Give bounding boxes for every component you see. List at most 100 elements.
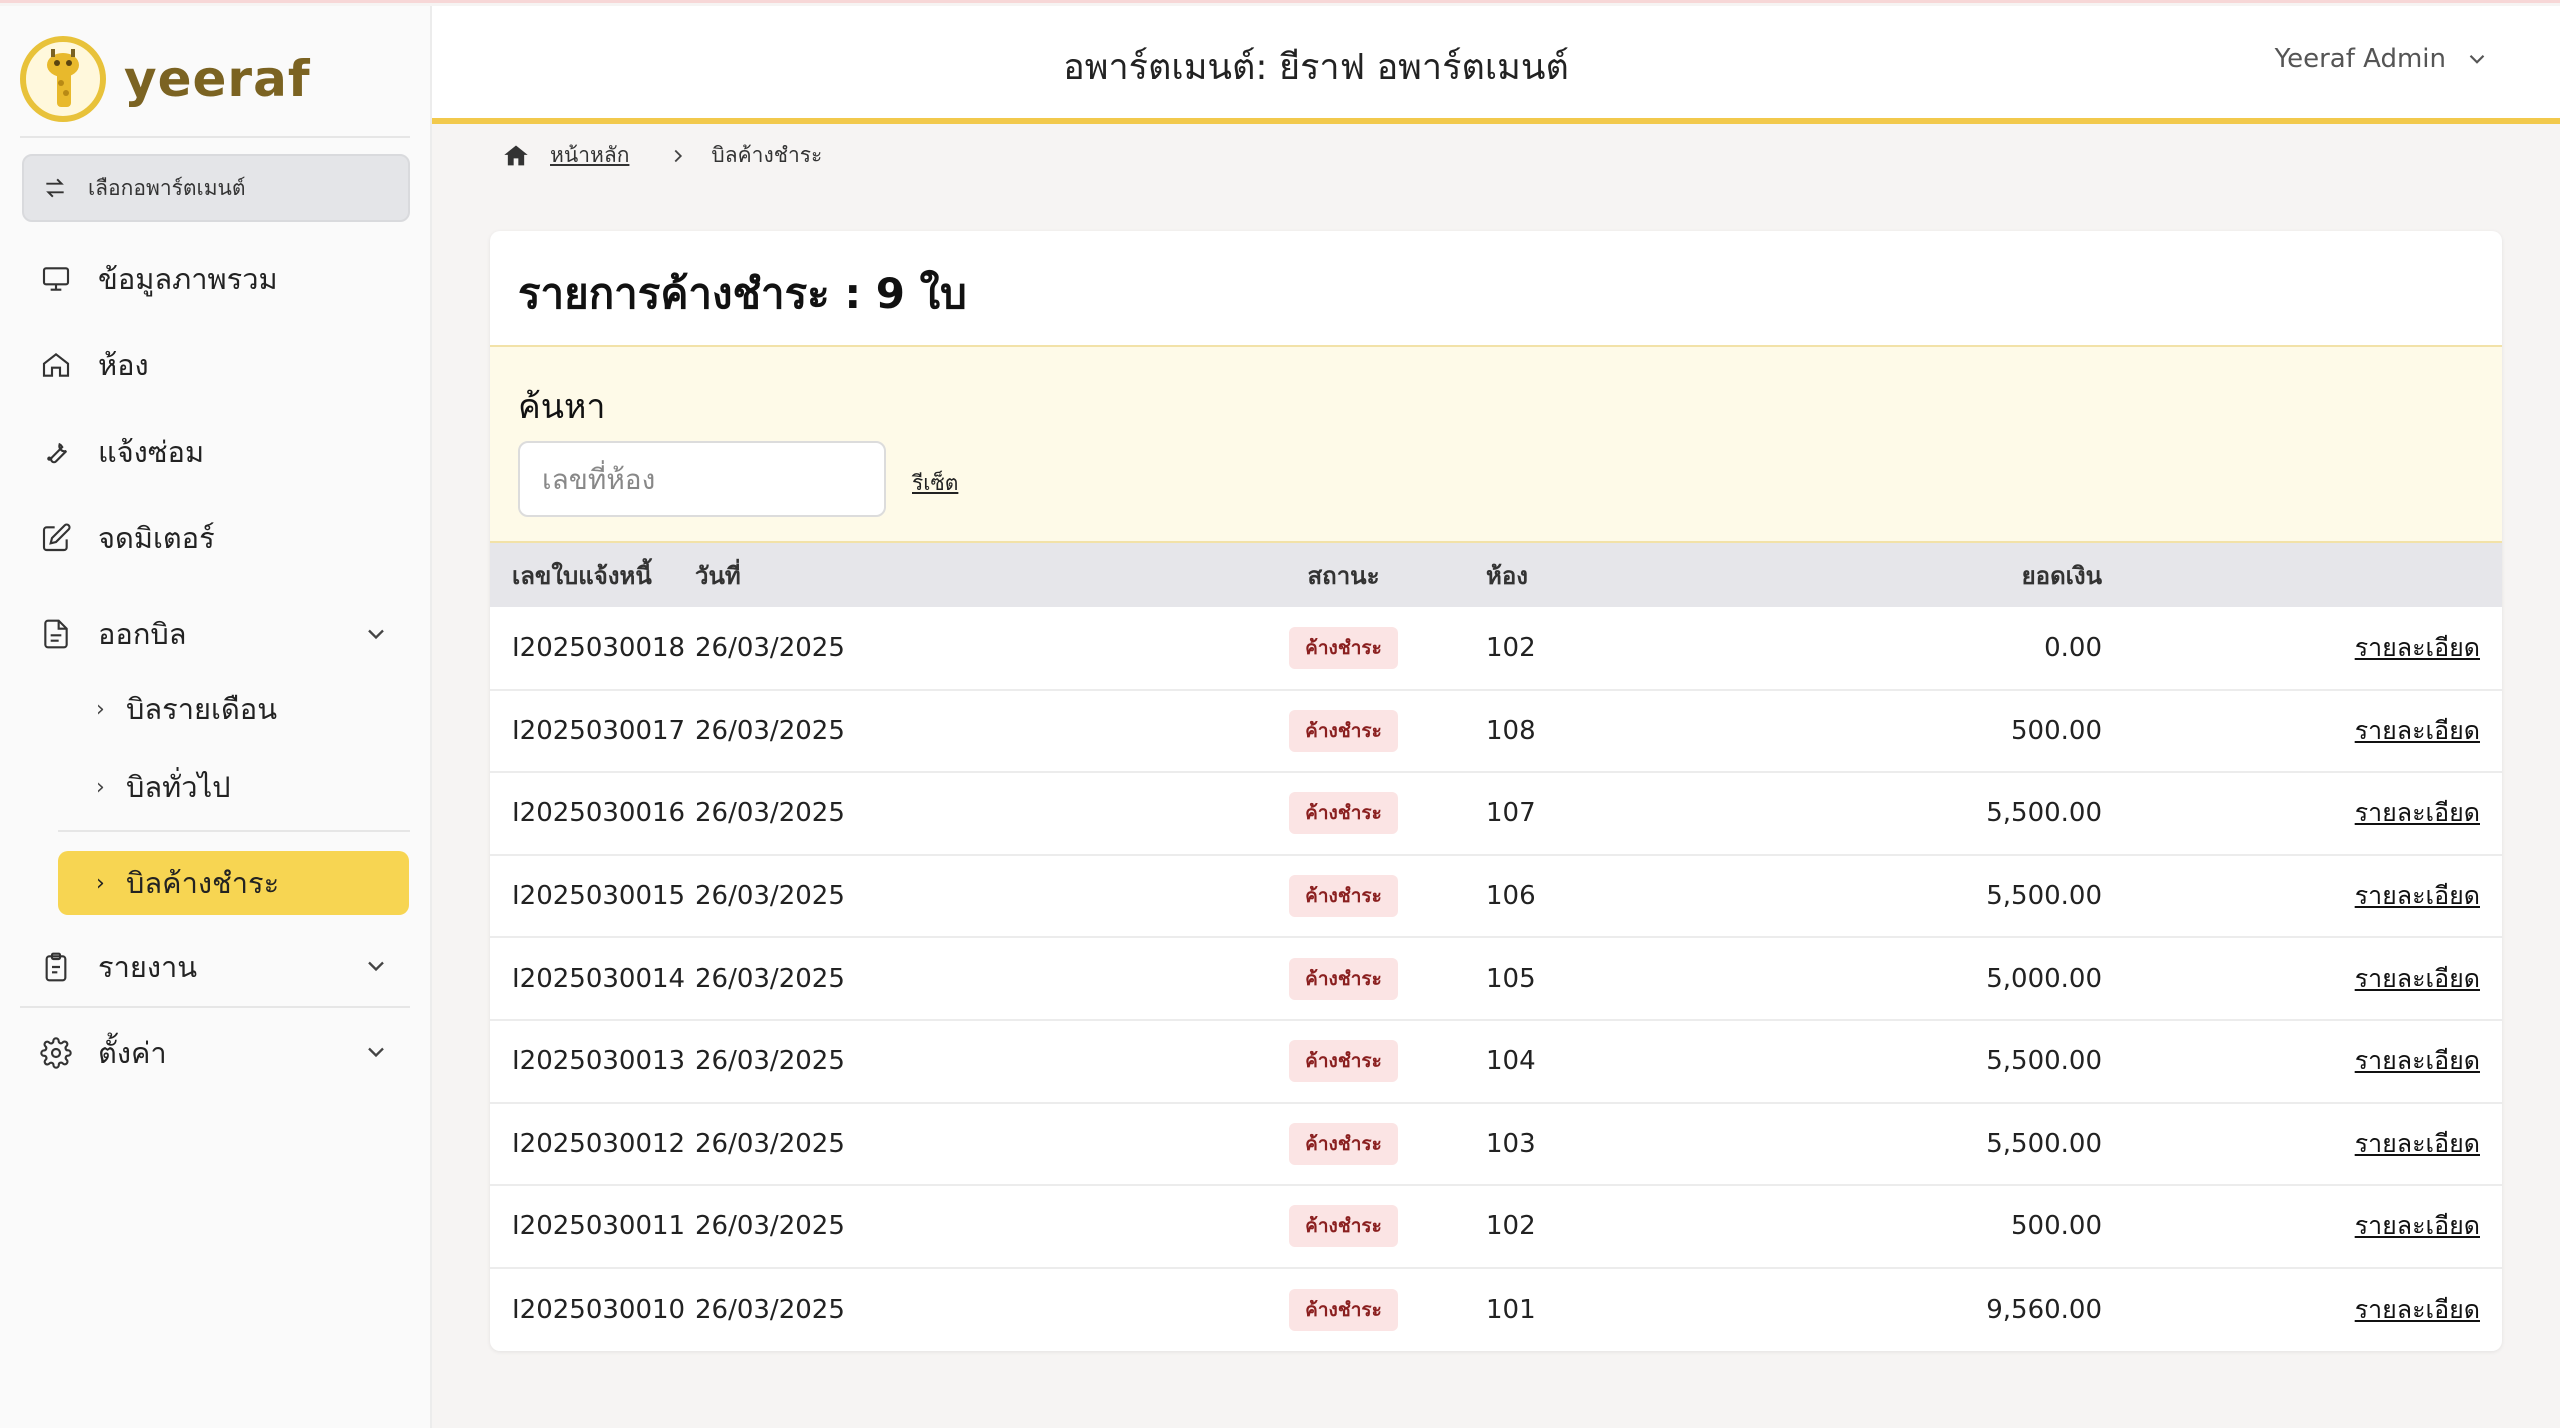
sidebar-subitem-general-bill[interactable]: › บิลทั่วไป [96,764,231,810]
chevron-down-icon[interactable] [362,620,390,648]
amount: 0.00 [2044,632,2102,663]
sidebar-item-label: ตั้งค่า [98,1036,167,1070]
chevron-right-icon: › [96,870,105,896]
status-badge: ค้างชำระ [1289,957,1398,1000]
sidebar-subitem-label: บิลรายเดือน [126,692,278,726]
room-number: 107 [1486,798,1536,829]
col-invoice-header: เลขใบแจ้งหนี้ [512,561,652,590]
sidebar-item-rooms[interactable]: ห้อง [36,342,149,388]
sidebar-item-billing[interactable]: ออกบิล [36,611,187,657]
detail-link[interactable]: รายละเอียด [2355,964,2480,993]
status-badge: ค้างชำระ [1289,1040,1398,1083]
amount: 5,500.00 [1986,798,2102,829]
room-number: 106 [1486,881,1536,912]
chevron-down-icon[interactable] [362,952,390,980]
home-icon[interactable] [502,142,530,170]
invoice-number: I2025030015 [512,881,686,912]
sidebar-item-label: ข้อมูลภาพรวม [98,262,278,296]
sidebar-item-overview[interactable]: ข้อมูลภาพรวม [36,256,278,302]
table-row: I2025030015 26/03/2025 ค้างชำระ 106 5,50… [490,855,2502,938]
room-number: 102 [1486,632,1536,663]
sidebar-subitem-overdue-bill[interactable]: › บิลค้างชำระ [58,851,409,915]
sidebar: yeeraf เลือกอพาร์ตเมนต์ ข้อมูลภาพรวม ห้อ… [0,6,432,1428]
chevron-right-icon: › [96,696,105,722]
table-row: I2025030017 26/03/2025 ค้างชำระ 108 500.… [490,690,2502,773]
table-row: I2025030016 26/03/2025 ค้างชำระ 107 5,50… [490,772,2502,855]
page-title: อพาร์ตเมนต์: ยีราฟ อพาร์ตเมนต์ [1063,47,1569,88]
user-menu[interactable]: Yeeraf Admin [2275,44,2490,74]
overdue-bills-table: เลขใบแจ้งหนี้ วันที่ สถานะ ห้อง ยอดเงิน … [490,543,2502,1350]
room-number: 104 [1486,1046,1536,1077]
invoice-number: I2025030011 [512,1211,686,1242]
detail-link[interactable]: รายละเอียด [2355,1129,2480,1158]
reset-link[interactable]: รีเซ็ต [912,467,958,500]
status-badge: ค้างชำระ [1289,1205,1398,1248]
sidebar-divider [20,1006,410,1008]
invoice-number: I2025030017 [512,715,686,746]
detail-link[interactable]: รายละเอียด [2355,716,2480,745]
table-row: I2025030013 26/03/2025 ค้างชำระ 104 5,50… [490,1020,2502,1103]
detail-link[interactable]: รายละเอียด [2355,881,2480,910]
invoice-number: I2025030010 [512,1294,686,1325]
amount: 5,500.00 [1986,1046,2102,1077]
table-row: I2025030014 26/03/2025 ค้างชำระ 105 5,00… [490,937,2502,1020]
sidebar-item-label: ออกบิล [98,617,187,651]
amount: 500.00 [2011,715,2102,746]
breadcrumb-home-link[interactable]: หน้าหลัก [550,139,629,172]
search-label: ค้นหา [518,387,606,427]
breadcrumb: หน้าหลัก บิลค้างชำระ [502,139,822,172]
invoice-date: 26/03/2025 [695,881,845,912]
detail-link[interactable]: รายละเอียด [2355,798,2480,827]
chevron-right-icon: › [96,774,105,800]
sidebar-item-meter[interactable]: จดมิเตอร์ [36,515,215,561]
status-badge: ค้างชำระ [1289,626,1398,669]
table-row: I2025030011 26/03/2025 ค้างชำระ 102 500.… [490,1185,2502,1268]
card-title: รายการค้างชำระ : 9 ใบ [518,269,967,318]
sidebar-item-settings[interactable]: ตั้งค่า [36,1030,167,1076]
detail-link[interactable]: รายละเอียด [2355,1046,2480,1075]
wrench-icon [36,432,76,472]
overdue-bills-card: รายการค้างชำระ : 9 ใบ ค้นหา รีเซ็ต เลขใบ… [490,231,2502,1351]
status-badge: ค้างชำระ [1289,792,1398,835]
sidebar-item-repair[interactable]: แจ้งซ่อม [36,429,204,475]
detail-link[interactable]: รายละเอียด [2355,1211,2480,1240]
sidebar-item-label: ห้อง [98,348,149,382]
col-action-header [2102,543,2502,607]
detail-link[interactable]: รายละเอียด [2355,1295,2480,1324]
invoice-date: 26/03/2025 [695,1128,845,1159]
amount: 9,560.00 [1986,1294,2102,1325]
room-number: 102 [1486,1211,1536,1242]
table-row: I2025030012 26/03/2025 ค้างชำระ 103 5,50… [490,1103,2502,1186]
status-badge: ค้างชำระ [1289,709,1398,752]
amount: 5,500.00 [1986,1128,2102,1159]
select-apartment-label: เลือกอพาร์ตเมนต์ [88,175,246,200]
sidebar-item-report[interactable]: รายงาน [36,944,197,990]
select-apartment-button[interactable]: เลือกอพาร์ตเมนต์ [22,154,410,222]
sidebar-divider [58,830,410,832]
invoice-number: I2025030016 [512,798,686,829]
home-icon [36,345,76,385]
invoice-date: 26/03/2025 [695,1046,845,1077]
invoice-number: I2025030014 [512,963,686,994]
room-number-search-input[interactable] [518,441,886,517]
breadcrumb-current: บิลค้างชำระ [711,143,823,167]
invoice-number: I2025030018 [512,632,686,663]
logo[interactable]: yeeraf [20,34,311,124]
col-status-header: สถานะ [1307,561,1380,590]
sidebar-subitem-label: บิลค้างชำระ [126,866,280,900]
status-badge: ค้างชำระ [1289,1122,1398,1165]
user-name: Yeeraf Admin [2274,44,2446,74]
sidebar-subitem-label: บิลทั่วไป [126,770,231,804]
table-header-row: เลขใบแจ้งหนี้ วันที่ สถานะ ห้อง ยอดเงิน [490,543,2502,607]
chevron-down-icon[interactable] [362,1038,390,1066]
monitor-icon [36,259,76,299]
col-date-header: วันที่ [695,561,741,590]
sidebar-subitem-monthly-bill[interactable]: › บิลรายเดือน [96,686,277,732]
invoice-number: I2025030012 [512,1128,686,1159]
detail-link[interactable]: รายละเอียด [2355,633,2480,662]
invoice-date: 26/03/2025 [695,1211,845,1242]
amount: 5,500.00 [1986,881,2102,912]
logo-text: yeeraf [124,50,311,108]
document-icon [36,614,76,654]
clipboard-icon [36,947,76,987]
